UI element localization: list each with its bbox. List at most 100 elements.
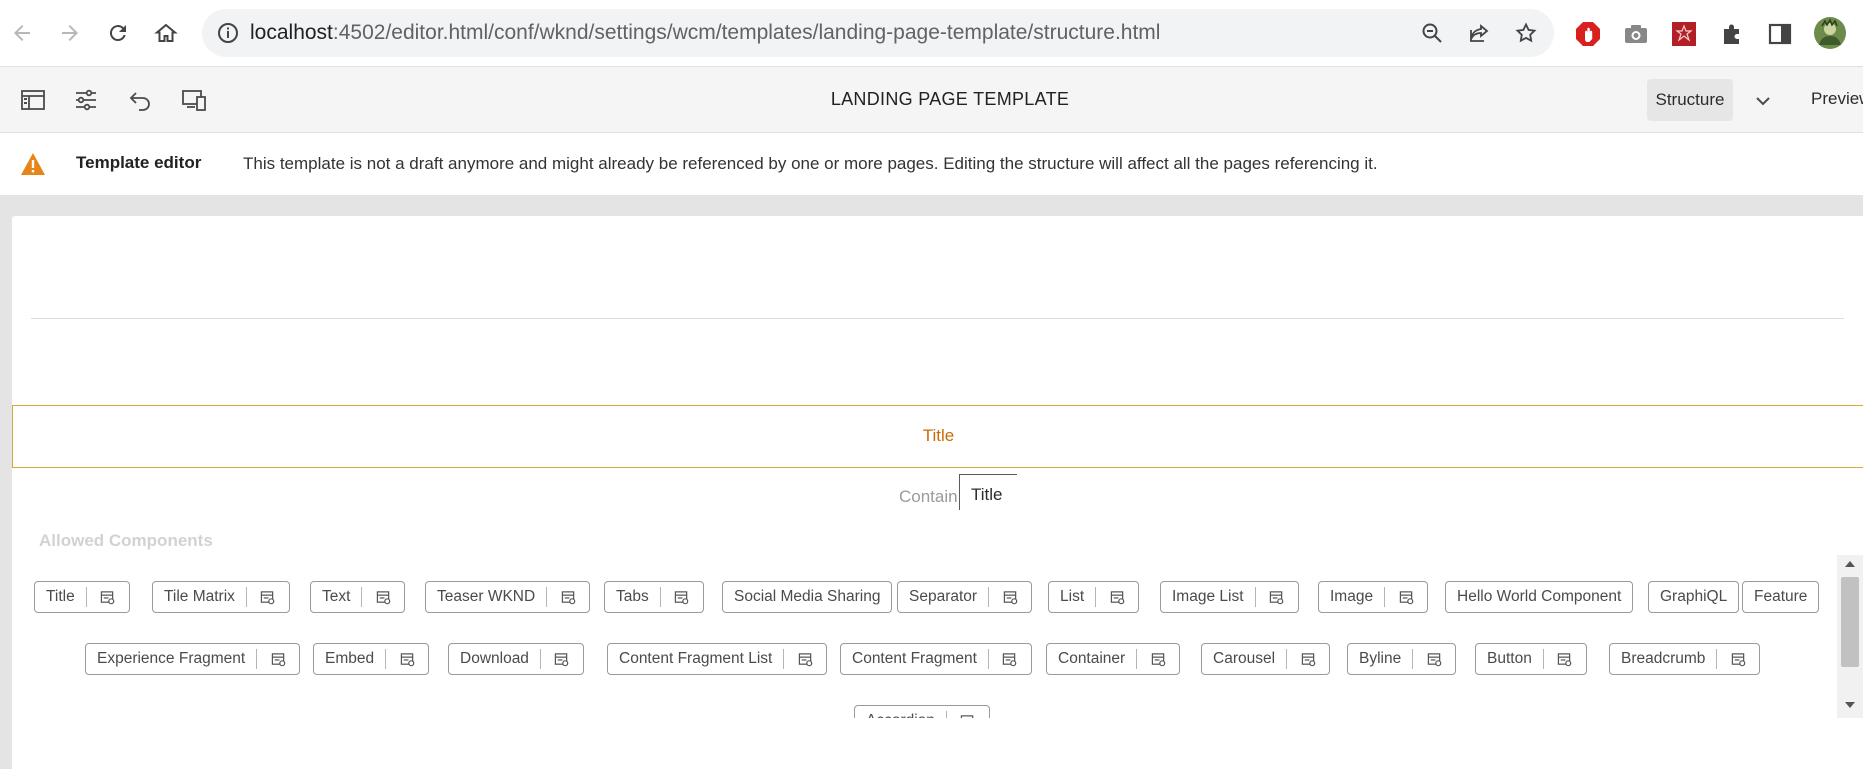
component-chip-label: Tile Matrix: [164, 588, 235, 605]
component-chip[interactable]: Carousel: [1201, 643, 1331, 675]
policy-config-icon[interactable]: [541, 652, 583, 667]
alert-title: Template editor: [76, 153, 202, 172]
policy-config-icon[interactable]: [989, 590, 1031, 605]
component-chip[interactable]: Text: [310, 581, 406, 613]
structure-mode-button[interactable]: Structure: [1647, 79, 1733, 121]
home-icon[interactable]: [147, 14, 185, 52]
component-chip[interactable]: Tile Matrix: [152, 581, 290, 613]
policy-config-icon[interactable]: [87, 590, 129, 605]
component-chip-label: Breadcrumb: [1621, 650, 1706, 667]
component-chip[interactable]: List: [1048, 581, 1140, 613]
component-chip-label: Tabs: [616, 588, 649, 605]
component-chip-label: Container: [1058, 650, 1126, 667]
allowed-components-list: Title Tile Matrix Text Teaser WKND Tabs Socia…: [12, 555, 1837, 718]
policy-config-icon[interactable]: [362, 590, 404, 605]
site-info-icon[interactable]: [216, 21, 240, 45]
component-chip-label: Content Fragment: [852, 650, 977, 667]
component-chip[interactable]: Hello World Component: [1445, 581, 1634, 613]
component-chip[interactable]: Teaser WKND: [425, 581, 591, 613]
component-chip-label: Separator: [909, 588, 978, 605]
component-chip[interactable]: Button: [1475, 643, 1587, 675]
bookmark-star-icon[interactable]: [1514, 21, 1538, 45]
adblock-icon[interactable]: [1574, 20, 1602, 48]
component-chip-label: Social Media Sharing: [734, 588, 881, 605]
policy-config-icon[interactable]: [784, 652, 826, 667]
aem-extension-icon[interactable]: [1670, 20, 1698, 48]
url-host: localhost: [250, 21, 333, 44]
component-chip-label: GraphiQL: [1660, 588, 1728, 605]
component-chip[interactable]: Content Fragment List: [607, 643, 828, 675]
component-chip-label: Carousel: [1213, 650, 1276, 667]
component-chip[interactable]: Embed: [313, 643, 430, 675]
chevron-down-icon[interactable]: [1751, 89, 1775, 113]
allowed-components-heading: Allowed Components: [39, 531, 213, 550]
component-chip-label: Title: [46, 588, 75, 605]
component-chip-label: List: [1060, 588, 1085, 605]
title-component[interactable]: Title: [12, 405, 1863, 468]
profile-avatar[interactable]: [1813, 16, 1847, 50]
side-panel-toggle-icon[interactable]: [1766, 20, 1794, 48]
policy-config-icon[interactable]: [1256, 590, 1298, 605]
preview-button[interactable]: Preview: [1811, 89, 1863, 109]
policy-config-icon[interactable]: [547, 590, 589, 605]
zoom-out-icon[interactable]: [1420, 21, 1444, 45]
component-chip[interactable]: Experience Fragment: [85, 643, 301, 675]
scroll-down-arrow-icon[interactable]: [1845, 702, 1855, 708]
component-chip-label: Image List: [1172, 588, 1244, 605]
address-bar[interactable]: localhost:4502/editor.html/conf/wknd/set…: [202, 9, 1554, 57]
reload-icon[interactable]: [99, 14, 137, 52]
component-chip-label: Accordion: [855, 712, 946, 718]
policy-config-icon[interactable]: [661, 590, 703, 605]
component-chip-label: Content Fragment List: [619, 650, 773, 667]
container-label: Contain: [899, 487, 958, 506]
component-chip[interactable]: Container: [1046, 643, 1181, 675]
warning-icon: [21, 153, 45, 175]
policy-config-icon[interactable]: [947, 714, 989, 718]
policy-config-icon[interactable]: [1096, 590, 1138, 605]
component-chip-label: Text: [322, 588, 351, 605]
component-chip[interactable]: Feature: [1742, 581, 1820, 613]
back-icon[interactable]: [3, 14, 41, 52]
components-scrollbar[interactable]: [1837, 555, 1863, 718]
browser-toolbar: localhost:4502/editor.html/conf/wknd/set…: [0, 0, 1863, 67]
policy-config-icon[interactable]: [1385, 590, 1427, 605]
share-icon[interactable]: [1467, 21, 1491, 45]
policy-config-icon[interactable]: [989, 652, 1031, 667]
component-chip[interactable]: Download: [448, 643, 584, 675]
component-chip[interactable]: Image: [1318, 581, 1429, 613]
component-chip[interactable]: Separator: [897, 581, 1033, 613]
title-component-label: Title: [922, 426, 955, 445]
component-chip[interactable]: Content Fragment: [840, 643, 1032, 675]
camera-icon[interactable]: [1622, 20, 1650, 48]
policy-config-icon[interactable]: [1544, 652, 1586, 667]
policy-config-icon[interactable]: [1717, 652, 1759, 667]
component-chip[interactable]: Byline: [1347, 643, 1457, 675]
component-chip[interactable]: Accordion: [854, 705, 990, 718]
component-chip-label: Button: [1487, 650, 1532, 667]
component-chip[interactable]: Breadcrumb: [1609, 643, 1761, 675]
policy-config-icon[interactable]: [247, 590, 289, 605]
component-chip[interactable]: Title: [34, 581, 130, 613]
policy-config-icon[interactable]: [1413, 652, 1455, 667]
component-chip[interactable]: Tabs: [604, 581, 704, 613]
extensions-puzzle-icon[interactable]: [1718, 20, 1746, 48]
url-text: localhost:4502/editor.html/conf/wknd/set…: [250, 21, 1160, 45]
component-chip-label: Embed: [325, 650, 375, 667]
policy-config-icon[interactable]: [257, 652, 299, 667]
component-chip-label: Download: [460, 650, 529, 667]
forward-icon[interactable]: [51, 14, 89, 52]
editor-toolbar: LANDING PAGE TEMPLATE Structure Preview: [0, 67, 1863, 133]
component-chip-label: Byline: [1359, 650, 1402, 667]
component-chip[interactable]: Image List: [1160, 581, 1299, 613]
drag-tooltip: Title: [959, 474, 1017, 510]
template-alert: Template editor This template is not a d…: [0, 133, 1863, 195]
scroll-up-arrow-icon[interactable]: [1845, 561, 1855, 567]
policy-config-icon[interactable]: [1287, 652, 1329, 667]
component-chip[interactable]: Social Media Sharing: [722, 581, 893, 613]
component-chip-label: Experience Fragment: [97, 650, 246, 667]
policy-config-icon[interactable]: [1137, 652, 1179, 667]
url-path: :4502/editor.html/conf/wknd/settings/wcm…: [332, 21, 1161, 44]
component-chip[interactable]: GraphiQL: [1648, 581, 1740, 613]
policy-config-icon[interactable]: [386, 652, 428, 667]
scroll-thumb[interactable]: [1841, 577, 1859, 667]
